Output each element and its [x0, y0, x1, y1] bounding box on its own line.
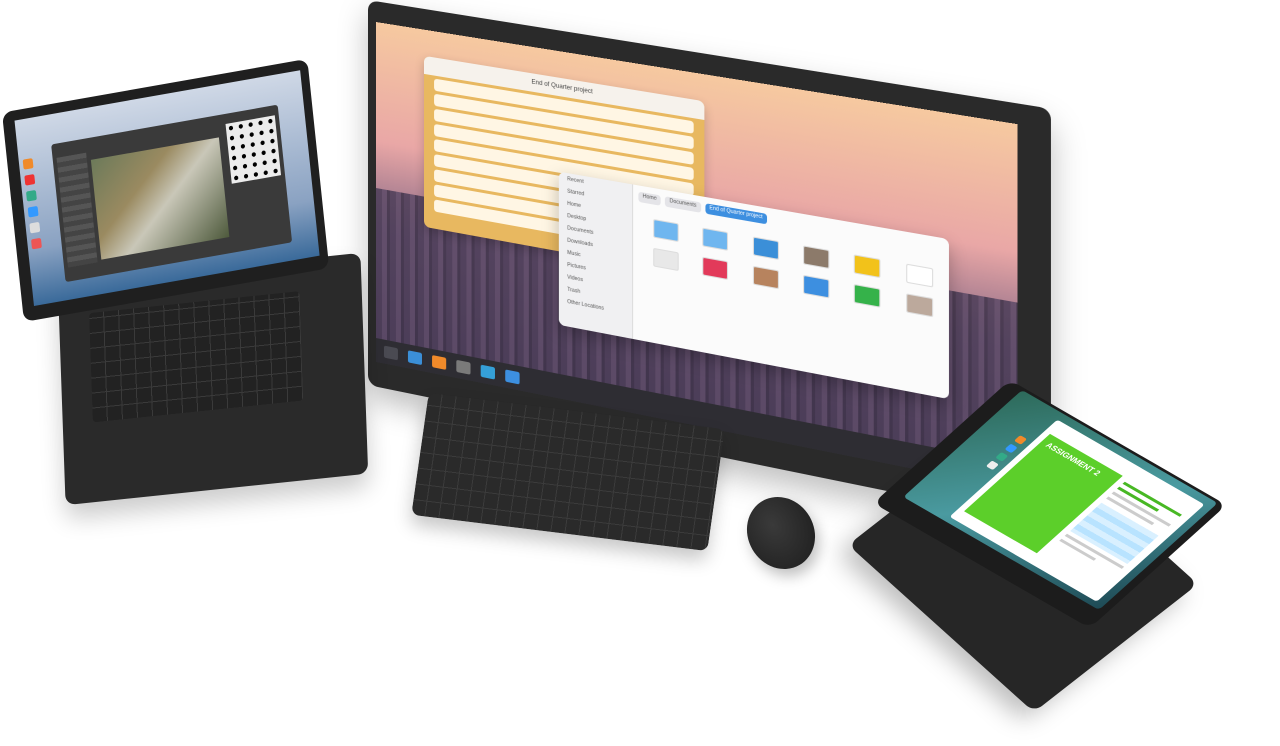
file-icon [803, 274, 830, 299]
breadcrumb-documents[interactable]: Documents [665, 196, 701, 213]
file-item[interactable] [794, 273, 838, 302]
file-item[interactable] [744, 235, 788, 264]
file-icon [803, 245, 830, 270]
files-icon[interactable] [407, 350, 422, 366]
app-icon[interactable] [31, 237, 42, 250]
file-item[interactable] [845, 282, 890, 311]
app-icon[interactable] [995, 452, 1009, 462]
file-item[interactable] [897, 292, 942, 321]
file-item[interactable] [744, 264, 788, 293]
file-item[interactable] [845, 253, 890, 282]
file-icon [905, 293, 933, 318]
app-icon[interactable] [456, 359, 471, 375]
file-item[interactable] [694, 226, 737, 254]
file-icon [752, 265, 779, 290]
file-icon [702, 256, 729, 281]
file-icon [653, 247, 679, 272]
gimp-window[interactable] [51, 104, 293, 283]
laptop-keyboard [89, 291, 304, 423]
mouse [733, 484, 829, 582]
file-manager-sidebar: Recent Starred Home Desktop Documents Downloa… [558, 171, 634, 339]
firefox-icon[interactable] [432, 355, 447, 370]
file-icon [752, 236, 779, 260]
file-item[interactable] [694, 255, 737, 284]
app-icon[interactable] [1004, 443, 1018, 454]
file-icon [702, 227, 729, 251]
file-item[interactable] [794, 244, 838, 273]
breadcrumb-active-folder[interactable]: End of Quarter project [705, 203, 767, 225]
app-icon[interactable] [25, 189, 37, 202]
file-icon [854, 254, 881, 279]
app-icon[interactable] [27, 205, 39, 218]
app-icon[interactable] [22, 158, 34, 170]
app-icon[interactable] [985, 460, 999, 471]
file-icon [905, 263, 933, 288]
file-icon [653, 218, 679, 243]
file-item[interactable] [645, 217, 688, 245]
canvas-image[interactable] [90, 137, 230, 260]
launcher-icon[interactable] [383, 345, 398, 361]
file-item[interactable] [645, 246, 688, 274]
app-icon[interactable] [24, 173, 36, 186]
file-grid [645, 217, 942, 321]
file-item[interactable] [897, 262, 942, 291]
app-icon[interactable] [505, 369, 520, 385]
brushes-panel[interactable] [225, 115, 282, 184]
breadcrumb-home[interactable]: Home [638, 191, 662, 206]
app-icon[interactable] [1013, 435, 1028, 445]
app-icon[interactable] [480, 364, 495, 380]
file-icon [854, 284, 881, 308]
app-icon[interactable] [29, 221, 41, 234]
